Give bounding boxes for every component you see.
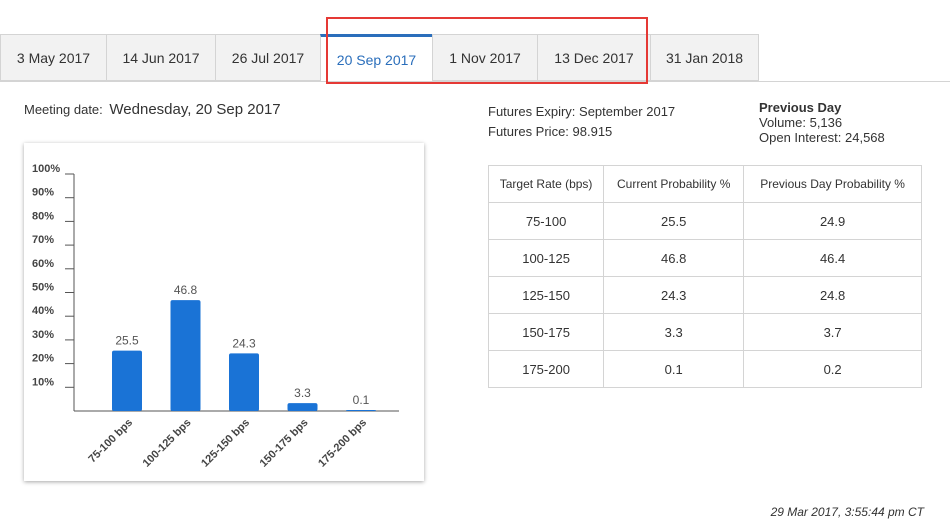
- cell-current-probability: 0.1: [603, 350, 745, 388]
- cell-previous-probability: 0.2: [743, 350, 922, 388]
- last-updated-timestamp: 29 Mar 2017, 3:55:44 pm CT: [770, 505, 924, 519]
- data-label: 0.1: [353, 393, 370, 407]
- y-tick-label: 70%: [32, 234, 54, 246]
- bar: [229, 353, 259, 411]
- y-tick-label: 50%: [32, 282, 54, 294]
- y-tick-label: 100%: [32, 163, 60, 175]
- category-label: 150-175 bps: [258, 417, 311, 470]
- table-header-row: Target Rate (bps) Current Probability % …: [487, 165, 922, 203]
- tab-label: 31 Jan 2018: [665, 49, 744, 66]
- cell-target-rate: 150-175: [487, 313, 605, 351]
- futures-expiry: Futures Expiry: September 2017: [488, 104, 676, 119]
- table-row: 75-100 25.5 24.9: [487, 202, 922, 240]
- red-highlight-box: [326, 17, 648, 84]
- table-row: 175-200 0.1 0.2: [487, 350, 922, 388]
- probability-bar-chart: 10% 20% 30% 40% 50% 60% 70% 80% 90% 100% 25.5 75-10…: [32, 163, 399, 470]
- data-label: 24.3: [232, 336, 256, 350]
- cell-current-probability: 25.5: [603, 202, 745, 240]
- tab-label: 26 Jul 2017: [231, 49, 305, 66]
- y-tick-label: 20%: [32, 353, 54, 365]
- y-tick-label: 30%: [32, 329, 54, 341]
- cell-target-rate: 125-150: [487, 276, 605, 314]
- meeting-date: Meeting date: Wednesday, 20 Sep 2017: [24, 101, 281, 118]
- cell-target-rate: 175-200: [487, 350, 605, 388]
- header-current-probability: Current Probability %: [603, 165, 745, 203]
- tab-26-jul-2017[interactable]: 26 Jul 2017: [215, 34, 320, 81]
- cell-previous-probability: 3.7: [743, 313, 922, 351]
- cell-previous-probability: 46.4: [743, 239, 922, 277]
- category-label: 125-150 bps: [199, 417, 252, 470]
- previous-day-open-interest: Open Interest: 24,568: [759, 130, 885, 145]
- cell-previous-probability: 24.9: [743, 202, 922, 240]
- table-row: 125-150 24.3 24.8: [487, 276, 922, 314]
- category-label: 100-125 bps: [141, 417, 194, 470]
- tab-14-jun-2017[interactable]: 14 Jun 2017: [106, 34, 215, 81]
- tab-3-may-2017[interactable]: 3 May 2017: [0, 34, 106, 81]
- data-label: 46.8: [174, 283, 198, 297]
- probability-chart-panel: 10% 20% 30% 40% 50% 60% 70% 80% 90% 100% 25.5 75-10…: [24, 143, 424, 481]
- cell-current-probability: 46.8: [603, 239, 745, 277]
- probability-table: Target Rate (bps) Current Probability % …: [487, 165, 922, 388]
- header-target-rate: Target Rate (bps): [487, 165, 605, 203]
- y-tick-label: 90%: [32, 187, 54, 199]
- tab-label: 3 May 2017: [16, 49, 91, 66]
- y-tick-label: 80%: [32, 210, 54, 222]
- cell-previous-probability: 24.8: [743, 276, 922, 314]
- header-previous-day-probability: Previous Day Probability %: [743, 165, 922, 203]
- tab-31-jan-2018[interactable]: 31 Jan 2018: [650, 34, 759, 81]
- futures-price: Futures Price: 98.915: [488, 124, 613, 139]
- bar: [346, 410, 376, 411]
- table-row: 150-175 3.3 3.7: [487, 313, 922, 351]
- previous-day-volume: Volume: 5,136: [759, 115, 843, 130]
- data-label: 25.5: [115, 334, 139, 348]
- cell-target-rate: 100-125: [487, 239, 605, 277]
- bar: [287, 403, 318, 411]
- cell-target-rate: 75-100: [487, 202, 605, 240]
- previous-day-info: Previous Day Volume: 5,136 Open Interest…: [759, 100, 885, 145]
- previous-day-title: Previous Day: [759, 100, 842, 115]
- data-label: 3.3: [294, 386, 311, 400]
- category-label: 75-100 bps: [86, 417, 135, 466]
- cell-current-probability: 24.3: [603, 276, 745, 314]
- bar: [112, 350, 142, 411]
- table-row: 100-125 46.8 46.4: [487, 239, 922, 277]
- meeting-date-value: Wednesday, 20 Sep 2017: [109, 101, 281, 118]
- tab-label: 14 Jun 2017: [122, 49, 200, 66]
- cell-current-probability: 3.3: [603, 313, 745, 351]
- futures-info: Futures Expiry: September 2017 Futures P…: [488, 102, 675, 142]
- y-tick-label: 40%: [32, 305, 54, 317]
- y-tick-label: 60%: [32, 258, 54, 270]
- bar: [170, 300, 201, 411]
- category-label: 175-200 bps: [316, 417, 369, 470]
- y-tick-label: 10%: [32, 376, 54, 388]
- meeting-date-label: Meeting date:: [24, 102, 103, 117]
